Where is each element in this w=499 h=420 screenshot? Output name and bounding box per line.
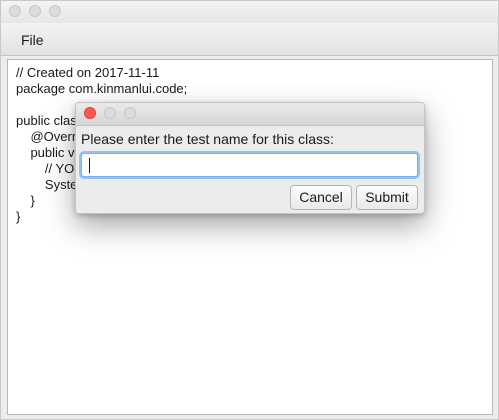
code-line: public class — [16, 113, 84, 128]
code-line: @Overr — [16, 129, 77, 144]
test-name-dialog: Please enter the test name for this clas… — [75, 102, 425, 214]
menu-bar: File — [1, 23, 498, 56]
dialog-prompt-label: Please enter the test name for this clas… — [81, 131, 334, 147]
minimize-icon[interactable] — [104, 107, 116, 119]
code-line: Syste — [16, 177, 78, 192]
zoom-icon[interactable] — [124, 107, 136, 119]
close-icon[interactable] — [84, 107, 96, 119]
code-line: } — [16, 193, 35, 208]
code-line: } — [16, 209, 21, 224]
menu-item-file[interactable]: File — [13, 31, 52, 49]
code-line: // Created on 2017-11-11 — [16, 65, 160, 80]
minimize-icon[interactable] — [29, 5, 41, 17]
text-caret — [89, 158, 90, 173]
zoom-icon[interactable] — [49, 5, 61, 17]
dialog-title-bar[interactable] — [76, 103, 424, 126]
code-line: // YO — [16, 161, 75, 176]
code-line: public v — [16, 145, 75, 160]
code-line: package com.kinmanlui.code; — [16, 81, 188, 96]
close-icon[interactable] — [9, 5, 21, 17]
submit-button[interactable]: Submit — [356, 185, 418, 210]
cancel-button[interactable]: Cancel — [290, 185, 352, 210]
test-name-input[interactable] — [81, 153, 418, 177]
window-title-bar[interactable] — [1, 1, 498, 24]
